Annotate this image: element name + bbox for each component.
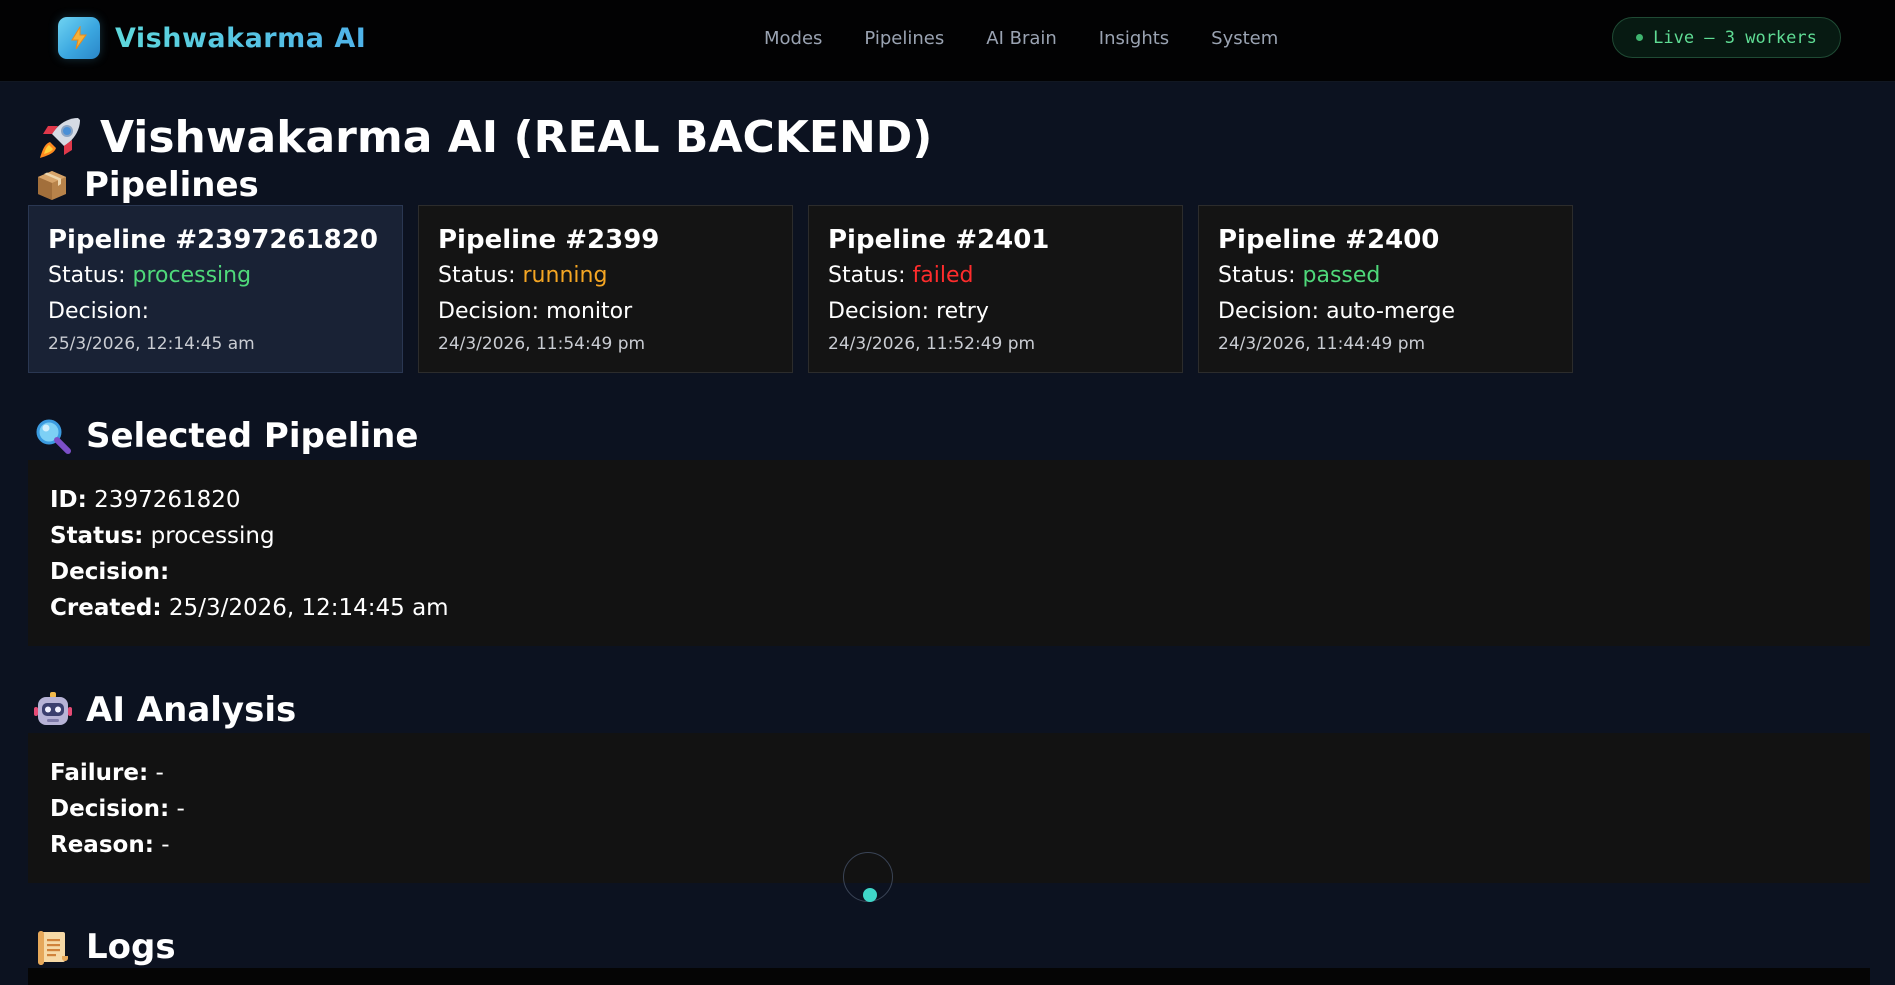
decision-value: monitor [546, 299, 633, 324]
page-title-text: Vishwakarma AI (REAL BACKEND) [100, 112, 933, 163]
pipeline-card[interactable]: Pipeline #2400 Status: passed Decision: … [1198, 205, 1573, 373]
ai-analysis-heading-text: AI Analysis [86, 690, 297, 730]
pipeline-timestamp: 24/3/2026, 11:54:49 pm [438, 334, 646, 354]
status-value: processing [132, 263, 252, 288]
pipelines-heading: Pipelines [34, 163, 259, 207]
pipeline-card[interactable]: Pipeline #2401 Status: failed Decision: … [808, 205, 1183, 373]
status-label: Status: [1218, 263, 1296, 288]
top-nav-bar: Vishwakarma AI Modes Pipelines AI Brain … [0, 0, 1895, 82]
analysis-reason: Reason: - [50, 827, 1848, 863]
pipeline-decision: Decision: auto-merge [1218, 294, 1553, 330]
analysis-failure: Failure: - [50, 755, 1848, 791]
live-status-badge: Live — 3 workers [1612, 17, 1841, 58]
logs-panel [28, 968, 1870, 985]
id-value: 2397261820 [94, 487, 241, 513]
decision-label: Decision: [50, 796, 170, 822]
analysis-decision: Decision: - [50, 791, 1848, 827]
live-dot-icon [1636, 34, 1644, 41]
decision-value: auto-merge [1326, 299, 1456, 324]
pipeline-card[interactable]: Pipeline #2399 Status: running Decision:… [418, 205, 793, 373]
app-name: Vishwakarma AI [115, 22, 367, 54]
pipeline-title: Pipeline #2399 [438, 225, 660, 255]
status-label: Status: [48, 263, 126, 288]
pipeline-status: Status: processing [48, 258, 383, 294]
spinner-dot [863, 888, 877, 902]
selected-pipeline-heading: Selected Pipeline [34, 414, 418, 458]
status-label: Status: [828, 263, 906, 288]
pipeline-timestamp: 24/3/2026, 11:52:49 pm [828, 334, 1036, 354]
status-value: failed [912, 263, 974, 288]
decision-label: Decision: [828, 299, 930, 324]
id-label: ID: [50, 487, 87, 513]
pipeline-status: Status: passed [1218, 258, 1553, 294]
ai-analysis-panel: Failure: - Decision: - Reason: - [28, 733, 1870, 883]
pipeline-status: Status: failed [828, 258, 1163, 294]
detail-decision: Decision: [50, 554, 1848, 590]
rocket-icon [34, 112, 86, 164]
logs-heading: Logs [34, 925, 176, 969]
nav-item-system[interactable]: System [1211, 27, 1278, 51]
status-label: Status: [50, 523, 144, 549]
detail-id: ID: 2397261820 [50, 482, 1848, 518]
reason-value: - [161, 832, 170, 858]
pipeline-title: Pipeline #2400 [1218, 225, 1440, 255]
reason-label: Reason: [50, 832, 154, 858]
decision-label: Decision: [48, 299, 150, 324]
pipeline-card[interactable]: Pipeline #2397261820 Status: processing … [28, 205, 403, 373]
failure-label: Failure: [50, 760, 149, 786]
selected-pipeline-heading-text: Selected Pipeline [86, 416, 419, 456]
detail-created: Created: 25/3/2026, 12:14:45 am [50, 590, 1848, 626]
pipeline-decision: Decision: retry [828, 294, 1163, 330]
pipeline-timestamp: 25/3/2026, 12:14:45 am [48, 334, 255, 354]
scroll-icon [34, 928, 72, 966]
decision-label: Decision: [1218, 299, 1320, 324]
status-value: passed [1302, 263, 1381, 288]
decision-label: Decision: [438, 299, 540, 324]
pipeline-timestamp: 24/3/2026, 11:44:49 pm [1218, 334, 1426, 354]
pipelines-heading-text: Pipelines [84, 165, 259, 205]
ai-analysis-heading: AI Analysis [34, 688, 296, 732]
failure-value: - [155, 760, 164, 786]
package-icon [34, 167, 70, 203]
detail-status: Status: processing [50, 518, 1848, 554]
pipeline-decision: Decision: [48, 294, 383, 330]
main-nav: Modes Pipelines AI Brain Insights System [764, 27, 1320, 51]
nav-item-ai-brain[interactable]: AI Brain [986, 27, 1057, 51]
nav-item-modes[interactable]: Modes [764, 27, 822, 51]
lightning-icon [58, 17, 100, 59]
nav-item-insights[interactable]: Insights [1099, 27, 1169, 51]
pipeline-title: Pipeline #2401 [828, 225, 1050, 255]
selected-pipeline-panel: ID: 2397261820 Status: processing Decisi… [28, 460, 1870, 646]
created-value: 25/3/2026, 12:14:45 am [168, 595, 449, 621]
decision-value: - [176, 796, 185, 822]
created-label: Created: [50, 595, 162, 621]
pipeline-status: Status: running [438, 258, 773, 294]
magnifier-icon [34, 417, 72, 455]
loading-spinner [843, 852, 893, 902]
status-value: processing [150, 523, 275, 549]
robot-icon [34, 691, 72, 729]
live-status-text: Live — 3 workers [1653, 27, 1817, 48]
decision-label: Decision: [50, 559, 170, 585]
nav-item-pipelines[interactable]: Pipelines [864, 27, 944, 51]
decision-value: retry [936, 299, 989, 324]
logs-heading-text: Logs [86, 927, 176, 967]
status-label: Status: [438, 263, 516, 288]
status-value: running [522, 263, 608, 288]
page-title: Vishwakarma AI (REAL BACKEND) [34, 110, 932, 166]
brand[interactable]: Vishwakarma AI [58, 17, 366, 59]
pipeline-title: Pipeline #2397261820 [48, 225, 378, 255]
pipeline-decision: Decision: monitor [438, 294, 773, 330]
